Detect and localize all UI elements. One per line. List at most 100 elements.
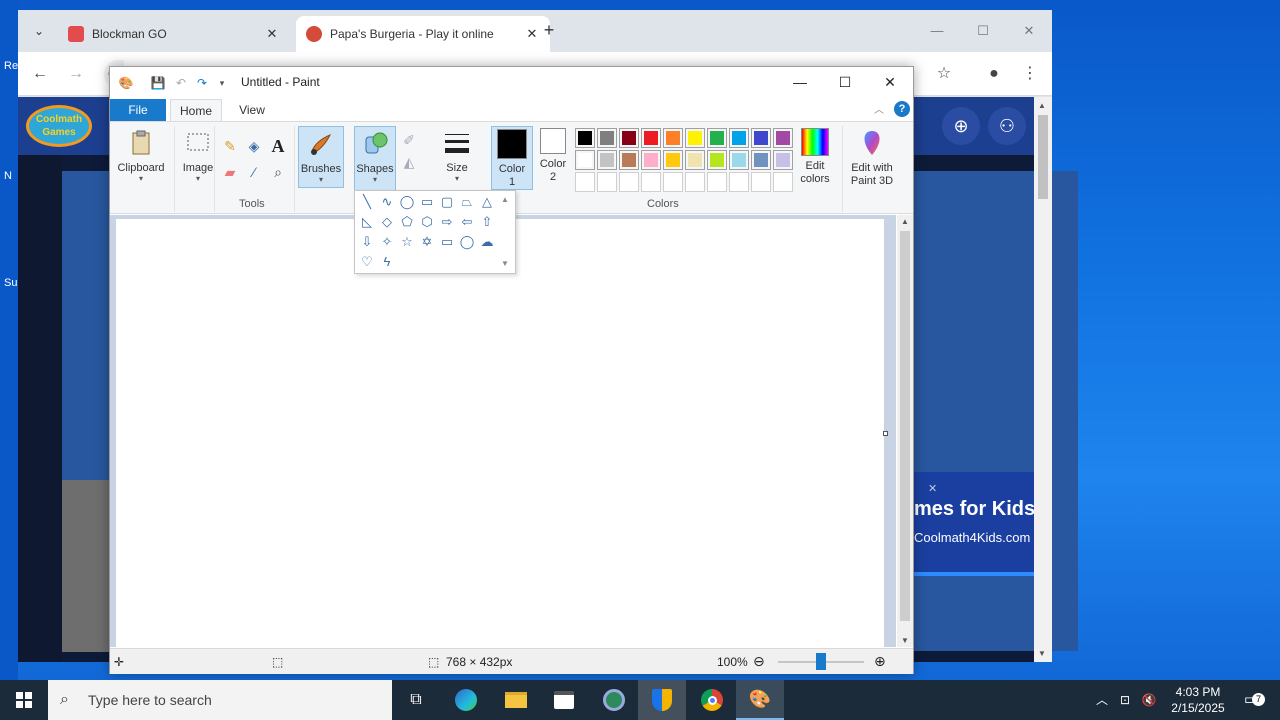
palette-swatch[interactable] <box>729 128 749 148</box>
tab-close-button[interactable]: ✕ <box>264 26 280 42</box>
desktop-icon-label[interactable]: Su <box>4 277 17 289</box>
custom-color-slot[interactable] <box>597 172 617 192</box>
curve-shape-icon[interactable]: ∿ <box>377 192 397 212</box>
custom-color-slot[interactable] <box>729 172 749 192</box>
fill-bucket-icon[interactable]: ◈ <box>244 136 264 156</box>
customize-quick-access-icon[interactable]: ▾ <box>214 75 230 91</box>
custom-color-slot[interactable] <box>663 172 683 192</box>
rectangle-shape-icon[interactable]: ▭ <box>417 192 437 212</box>
scrollbar-thumb[interactable] <box>900 231 910 621</box>
gallery-scroll-down-icon[interactable]: ▼ <box>501 259 509 268</box>
lightning-shape-icon[interactable]: ϟ <box>377 252 397 272</box>
help-icon[interactable]: ? <box>894 101 910 117</box>
palette-swatch[interactable] <box>663 150 683 170</box>
new-tab-button[interactable]: + <box>538 20 560 42</box>
custom-color-slot[interactable] <box>619 172 639 192</box>
brushes-button[interactable]: Brushes ▾ <box>298 126 344 188</box>
palette-swatch[interactable] <box>751 128 771 148</box>
right-triangle-shape-icon[interactable]: ◺ <box>357 212 377 232</box>
tab-view[interactable]: View <box>228 99 276 121</box>
palette-swatch[interactable] <box>575 128 595 148</box>
triangle-shape-icon[interactable]: △ <box>477 192 497 212</box>
tab-blockman-go[interactable]: Blockman GO ✕ <box>58 16 290 52</box>
taskbar-search-box[interactable]: ⌕ Type here to search <box>48 680 392 720</box>
palette-swatch[interactable] <box>685 150 705 170</box>
custom-color-slot[interactable] <box>707 172 727 192</box>
file-menu-button[interactable]: File <box>110 99 166 121</box>
palette-swatch[interactable] <box>575 150 595 170</box>
color1-button[interactable]: Color 1 <box>491 126 533 190</box>
scrollbar-thumb[interactable] <box>1038 115 1048 199</box>
collapse-ribbon-icon[interactable]: ︿ <box>874 101 884 116</box>
color-picker-icon[interactable]: ⁄ <box>244 162 264 182</box>
redo-icon[interactable]: ↷ <box>194 75 210 91</box>
drawing-canvas[interactable] <box>116 219 884 647</box>
zoom-slider-thumb[interactable] <box>816 653 826 670</box>
paint-vertical-scrollbar[interactable]: ▲ ▼ <box>897 215 913 647</box>
notification-center-icon[interactable]: ▭ 7 <box>1236 680 1266 720</box>
security-shield-icon[interactable] <box>638 680 686 720</box>
left-arrow-shape-icon[interactable]: ⇦ <box>457 212 477 232</box>
up-arrow-shape-icon[interactable]: ⇧ <box>477 212 497 232</box>
five-point-star-shape-icon[interactable]: ☆ <box>397 232 417 252</box>
diamond-shape-icon[interactable]: ◇ <box>377 212 397 232</box>
forward-arrow-icon[interactable]: → <box>64 62 88 86</box>
palette-swatch[interactable] <box>773 150 793 170</box>
account-icon[interactable]: ⚇ <box>988 107 1026 145</box>
custom-color-slot[interactable] <box>773 172 793 192</box>
app-icon[interactable] <box>590 680 638 720</box>
palette-swatch[interactable] <box>685 128 705 148</box>
back-arrow-icon[interactable]: ← <box>28 62 52 86</box>
magnifier-icon[interactable]: ⌕ <box>268 162 288 182</box>
palette-swatch[interactable] <box>729 150 749 170</box>
taskbar-clock[interactable]: 4:03 PM 2/15/2025 <box>1162 684 1234 716</box>
custom-color-slot[interactable] <box>751 172 771 192</box>
down-arrow-shape-icon[interactable]: ⇩ <box>357 232 377 252</box>
bookmark-star-icon[interactable]: ☆ <box>932 62 956 86</box>
palette-swatch[interactable] <box>597 150 617 170</box>
volume-muted-icon[interactable]: 🔇 <box>1138 680 1160 720</box>
paint-minimize-button[interactable]: — <box>777 67 823 97</box>
chrome-minimize-button[interactable]: — <box>914 18 960 44</box>
scroll-down-icon[interactable]: ▼ <box>901 636 909 645</box>
right-arrow-shape-icon[interactable]: ⇨ <box>437 212 457 232</box>
clipboard-button[interactable]: Clipboard ▾ <box>116 126 166 186</box>
store-icon[interactable] <box>540 680 588 720</box>
resize-handle-right[interactable] <box>883 431 888 436</box>
ad-banner[interactable]: ✕ mes for Kids Coolmath4Kids.com <box>914 472 1034 572</box>
chrome-maximize-button[interactable]: ☐ <box>960 18 1006 44</box>
desktop-icon-label[interactable]: N <box>4 170 12 182</box>
paint-maximize-button[interactable]: ☐ <box>822 67 868 97</box>
coolmath-logo[interactable]: Coolmath Games <box>26 105 92 147</box>
palette-swatch[interactable] <box>707 128 727 148</box>
profile-icon[interactable]: ● <box>982 62 1006 86</box>
palette-swatch[interactable] <box>773 128 793 148</box>
chevron-up-icon[interactable]: ︿ <box>1092 680 1112 720</box>
pencil-icon[interactable]: ✎ <box>220 136 240 156</box>
rounded-rectangle-shape-icon[interactable]: ▢ <box>437 192 457 212</box>
color2-button[interactable]: Color 2 <box>533 126 573 186</box>
palette-swatch[interactable] <box>707 150 727 170</box>
pentagon-shape-icon[interactable]: ⬠ <box>397 212 417 232</box>
palette-swatch[interactable] <box>663 128 683 148</box>
start-button[interactable] <box>0 680 48 720</box>
fill-icon[interactable]: ◭ <box>399 152 419 172</box>
edit-colors-button[interactable]: Edit colors <box>793 126 837 186</box>
file-explorer-icon[interactable] <box>492 680 540 720</box>
chrome-taskbar-icon[interactable] <box>688 680 736 720</box>
eraser-icon[interactable]: ▰ <box>220 162 240 182</box>
outline-icon[interactable]: ✐ <box>399 130 419 150</box>
custom-color-slot[interactable] <box>685 172 705 192</box>
six-point-star-shape-icon[interactable]: ✡ <box>417 232 437 252</box>
edge-icon[interactable] <box>442 680 490 720</box>
cloud-callout-shape-icon[interactable]: ☁ <box>477 232 497 252</box>
tab-papas-burgeria[interactable]: Papa's Burgeria - Play it online ✕ <box>296 16 550 52</box>
paint-close-button[interactable]: ✕ <box>867 67 913 97</box>
paint-app-icon[interactable]: 🎨 <box>118 75 134 91</box>
hexagon-shape-icon[interactable]: ⬡ <box>417 212 437 232</box>
size-button[interactable]: Size ▾ <box>436 126 478 186</box>
palette-swatch[interactable] <box>641 128 661 148</box>
page-scrollbar[interactable]: ▲ ▼ <box>1034 97 1052 662</box>
oval-callout-shape-icon[interactable]: ◯ <box>457 232 477 252</box>
scroll-down-icon[interactable]: ▼ <box>1038 649 1046 658</box>
